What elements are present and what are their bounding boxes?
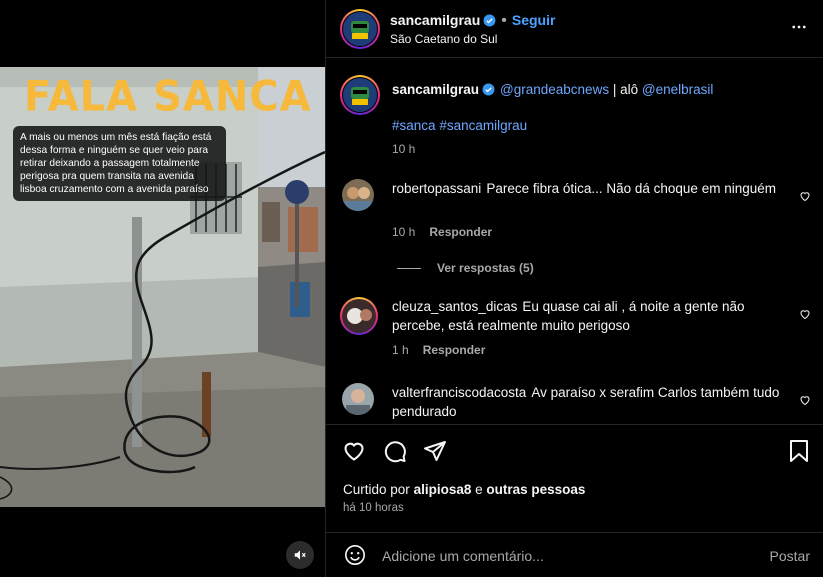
header-username[interactable]: sancamilgrau [390, 12, 480, 28]
commenter-avatar[interactable] [342, 179, 374, 211]
caption-text: sancamilgrau @grandeabcnews | alô @enelbr… [392, 80, 782, 101]
post-location[interactable]: São Caetano do Sul [390, 32, 497, 46]
more-horizontal-icon [792, 25, 806, 29]
post-actions: Curtido por alipiosa8 e outras pessoas h… [326, 424, 823, 524]
comment-meta: 10 h Responder [392, 225, 492, 239]
caption-mid-text: | alô [612, 82, 639, 97]
mute-button[interactable] [286, 541, 314, 569]
liked-by-and: e [475, 482, 483, 497]
liked-by: Curtido por alipiosa8 e outras pessoas [343, 482, 585, 497]
comment-username[interactable]: valterfranciscodacosta [392, 385, 526, 400]
comments-section[interactable]: sancamilgrau @grandeabcnews | alô @enelbr… [326, 59, 823, 423]
comment-text: valterfranciscodacosta Av paraíso x seraf… [392, 383, 782, 421]
commenter-avatar [342, 299, 376, 333]
mention-enelbrasil[interactable]: @enelbrasil [642, 82, 714, 97]
video-caption: A mais ou menos um mês está fiação está … [13, 126, 226, 201]
video-player[interactable]: FALA SANCA A mais ou menos um mês está f… [0, 67, 325, 507]
post-media: FALA SANCA A mais ou menos um mês está f… [0, 0, 325, 577]
comment-item: valterfranciscodacosta Av paraíso x seraf… [326, 381, 823, 423]
bookmark-icon [790, 440, 808, 462]
post-panel: sancamilgrau • Seguir São Caetano do Sul [325, 0, 823, 577]
post-time-ago[interactable]: há 10 horas [343, 502, 404, 514]
comment-body: Parece fibra ótica... Não dá choque em n… [486, 181, 776, 196]
like-comment-button[interactable] [799, 307, 811, 325]
view-replies-label: Ver respostas (5) [437, 261, 534, 275]
avatar [342, 11, 378, 47]
comment-icon [384, 441, 406, 463]
comment-username[interactable]: robertopassani [392, 181, 481, 196]
caption-hashtags: #sanca #sancamilgrau [392, 116, 782, 135]
more-options-button[interactable] [790, 18, 808, 41]
sancamilgrau-logo [343, 12, 377, 46]
liked-by-prefix: Curtido por [343, 482, 410, 497]
caption-avatar-ring[interactable] [340, 75, 380, 115]
comment-input[interactable] [382, 545, 752, 567]
replies-divider [397, 268, 421, 270]
reply-button[interactable]: Responder [429, 225, 492, 239]
post-caption: sancamilgrau @grandeabcnews | alô @enelbr… [326, 75, 823, 175]
avatar-story-ring[interactable] [340, 9, 380, 49]
sancamilgrau-logo [343, 78, 377, 112]
heart-icon [800, 396, 810, 406]
comment-meta: 1 h Responder [392, 343, 485, 357]
verified-badge-icon [483, 14, 496, 32]
liked-by-user[interactable]: alipiosa8 [414, 482, 472, 497]
comment-time: 1 h [392, 343, 409, 357]
commenter-avatar[interactable] [342, 383, 374, 415]
comment-username[interactable]: cleuza_santos_dicas [392, 299, 517, 314]
like-button[interactable] [342, 439, 366, 468]
add-comment-bar: Postar [326, 532, 823, 577]
emoji-button[interactable] [344, 544, 366, 571]
like-comment-button[interactable] [799, 393, 811, 411]
follow-button[interactable]: Seguir [512, 12, 556, 28]
share-icon [424, 441, 446, 461]
post-comment-button[interactable]: Postar [770, 548, 810, 564]
emoji-icon [345, 545, 365, 565]
share-button[interactable] [423, 439, 447, 468]
commenter-avatar-ring[interactable] [340, 297, 378, 335]
verified-badge-icon [482, 82, 495, 101]
header-user-line: sancamilgrau • Seguir [390, 12, 555, 32]
like-comment-button[interactable] [799, 189, 811, 207]
comment-time: 10 h [392, 225, 416, 239]
comment-item: cleuza_santos_dicas Eu quase cai ali , á … [326, 297, 823, 367]
view-replies-button[interactable]: Ver respostas (5) [397, 261, 534, 275]
comment-button[interactable] [383, 439, 407, 468]
liked-by-others[interactable]: outras pessoas [486, 482, 585, 497]
heart-icon [800, 310, 810, 320]
caption-username[interactable]: sancamilgrau [392, 82, 479, 97]
heart-icon [800, 192, 810, 202]
avatar [342, 77, 378, 113]
save-button[interactable] [788, 439, 810, 468]
heart-icon [344, 442, 364, 461]
separator-dot: • [501, 12, 507, 29]
hashtag-sanca[interactable]: #sanca [392, 118, 436, 133]
comment-text: robertopassani Parece fibra ótica... Não … [392, 179, 782, 198]
video-overlay-title: FALA SANCA [24, 72, 312, 122]
hashtag-sancamilgrau[interactable]: #sancamilgrau [439, 118, 527, 133]
post-header: sancamilgrau • Seguir São Caetano do Sul [326, 0, 823, 58]
reply-button[interactable]: Responder [423, 343, 486, 357]
caption-time: 10 h [392, 142, 416, 156]
comment-text: cleuza_santos_dicas Eu quase cai ali , á … [392, 297, 782, 335]
speaker-muted-icon [294, 550, 306, 560]
comment-item: robertopassani Parece fibra ótica... Não … [326, 179, 823, 279]
mention-grandeabcnews[interactable]: @grandeabcnews [500, 82, 609, 97]
